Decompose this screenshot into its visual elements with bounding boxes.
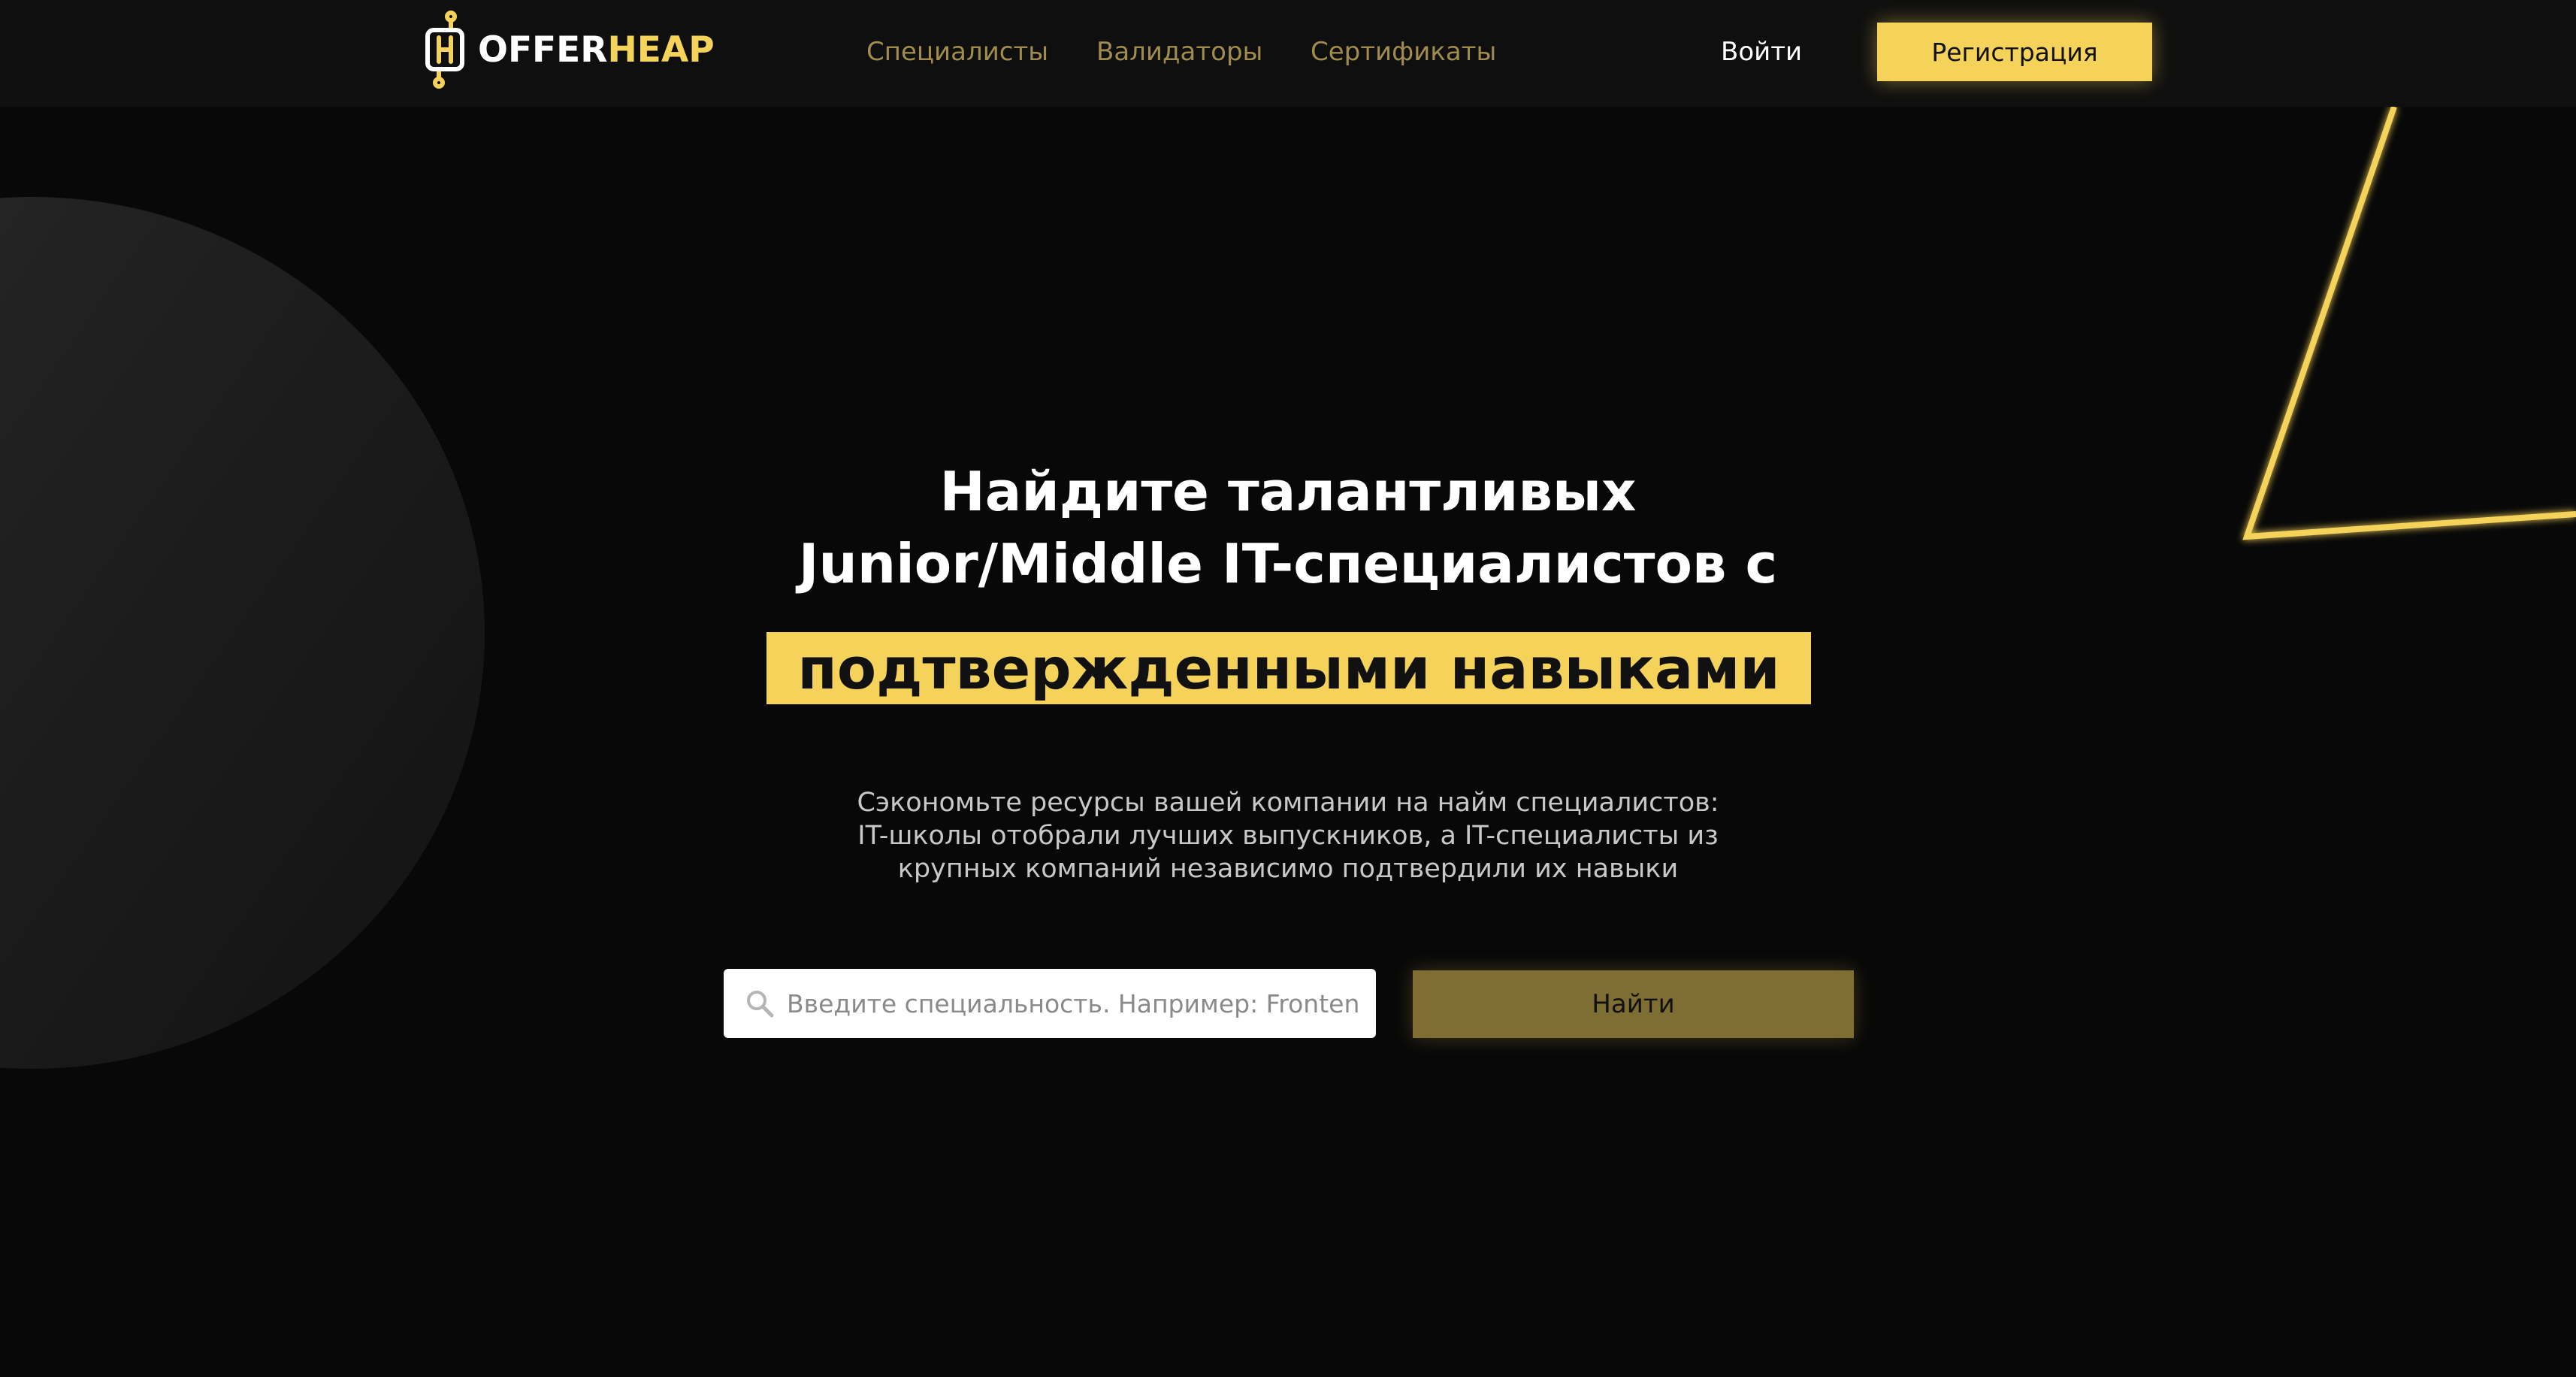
top-navigation-bar: OFFERHEAP Специалисты Валидаторы Сертифи…: [0, 0, 2576, 107]
nav-link-validators[interactable]: Валидаторы: [1096, 0, 1262, 104]
hero-subtitle-line-2: IT-школы отобрали лучших выпускников, а …: [857, 821, 1719, 851]
logo-text-offer: OFFER: [478, 29, 608, 71]
hero-title-highlight-box: подтвержденными навыками: [766, 632, 1811, 704]
background-blob-decoration: [0, 197, 485, 1069]
login-link[interactable]: Войти: [1721, 0, 1802, 104]
nav-link-specialists[interactable]: Специалисты: [866, 0, 1048, 104]
hero-title-highlight-text: подтвержденными навыками: [797, 634, 1780, 702]
logo-wordmark: OFFERHEAP: [478, 32, 715, 68]
logo-text-heap: HEAP: [607, 29, 715, 71]
hero-title-line-1: Найдите талантливых: [939, 460, 1637, 523]
hero-subtitle-line-3: крупных компаний независимо подтвердили …: [897, 854, 1679, 884]
hero-title-line-2: Junior/Middle IT-специалистов с: [798, 532, 1778, 595]
search-field-container[interactable]: [724, 969, 1376, 1038]
find-button[interactable]: Найти: [1413, 970, 1854, 1038]
specialty-search-input[interactable]: [787, 973, 1361, 1034]
register-button[interactable]: Регистрация: [1877, 23, 2152, 81]
offerheap-logo-icon: [425, 11, 464, 89]
landing-page: OFFERHEAP Специалисты Валидаторы Сертифи…: [0, 0, 2576, 1377]
nav-link-certificates[interactable]: Сертификаты: [1311, 0, 1496, 104]
hero-subtitle-line-1: Сэкономьте ресурсы вашей компании на най…: [857, 788, 1719, 818]
site-logo[interactable]: OFFERHEAP: [424, 11, 715, 89]
search-icon: [747, 991, 774, 1018]
